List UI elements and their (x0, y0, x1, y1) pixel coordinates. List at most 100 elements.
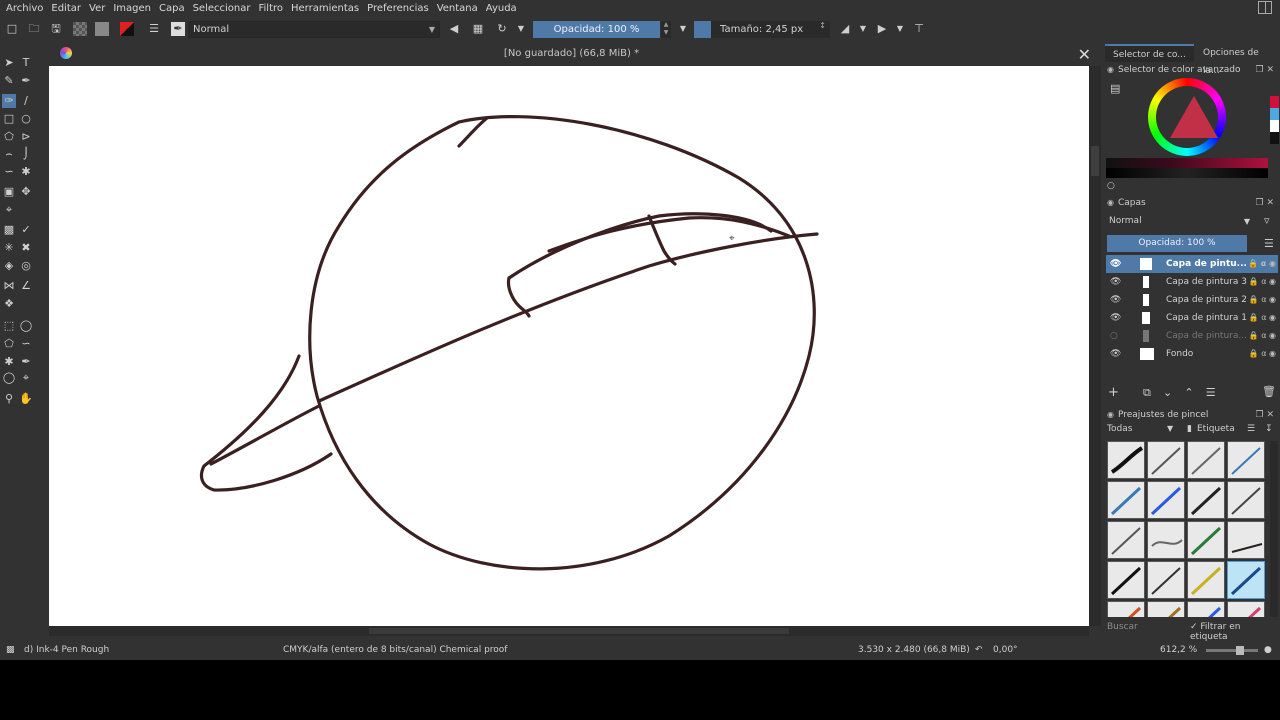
eye-icon[interactable]: 👁 (1110, 273, 1121, 291)
move-tool-icon[interactable]: ✥ (19, 185, 33, 199)
brush-preset[interactable] (1147, 601, 1185, 617)
layer-blend-select[interactable]: Normal ▼ (1106, 214, 1254, 229)
rectangle-tool-icon[interactable]: □ (2, 112, 16, 126)
assistant-tool-icon[interactable]: ⋈ (2, 279, 16, 293)
calligraphy-icon[interactable]: ✒ (19, 74, 33, 88)
workspace-icon[interactable] (1258, 1, 1272, 14)
zoom-value[interactable]: 612,2 % (1160, 645, 1197, 655)
zoom-tool-icon[interactable]: ⚲ (2, 392, 16, 406)
brush-preset[interactable] (1187, 441, 1225, 479)
chevron-down-icon[interactable]: ▼ (514, 22, 528, 36)
menu-ver[interactable]: Ver (89, 3, 105, 14)
brush-preset[interactable] (1187, 521, 1225, 559)
color-settings-icon[interactable]: ▤ (1110, 82, 1120, 95)
brush-preset[interactable] (1227, 441, 1265, 479)
brush-preset[interactable] (1147, 521, 1185, 559)
eye-icon[interactable]: 👁 (1110, 309, 1121, 327)
chevron-down-icon[interactable]: ▼ (893, 22, 907, 36)
ellipse-tool-icon[interactable]: ○ (19, 112, 33, 126)
brush-preset[interactable] (1107, 521, 1145, 559)
pan-tool-icon[interactable]: ✋ (19, 392, 33, 406)
delete-layer-icon[interactable]: 🗑 (1262, 385, 1276, 398)
panel-float-close-icons[interactable]: ❐ ✕ (1256, 65, 1274, 75)
chevron-down-icon[interactable]: ▼ (856, 22, 870, 36)
colorize-mask-icon[interactable]: ✖ (19, 241, 33, 255)
filter-in-tag-checkbox[interactable]: ✓ Filtrar en etiqueta (1190, 622, 1280, 642)
brush-scrollbar[interactable] (1270, 441, 1278, 617)
reload-icon[interactable]: ↻ (495, 22, 509, 36)
eye-hidden-icon[interactable]: ○ (1110, 327, 1118, 345)
opacity-slider[interactable]: Opacidad: 100 % (533, 21, 660, 38)
gradient-tool-icon[interactable]: ▩ (2, 223, 16, 237)
color-bar-row[interactable] (1106, 168, 1268, 178)
enclose-fill-icon[interactable]: ◎ (19, 259, 33, 273)
wrap-around-icon[interactable]: ⊤ (912, 22, 926, 36)
layer-row[interactable]: 👁 Capa de pintura 1 🔒 α ◉ (1106, 309, 1278, 327)
layer-menu-icon[interactable]: ☰ (1264, 237, 1274, 250)
brush-preset[interactable] (1107, 561, 1145, 599)
menu-editar[interactable]: Editar (51, 3, 81, 14)
eraser-icon[interactable]: ◀ (447, 22, 461, 36)
menu-filtro[interactable]: Filtro (258, 3, 283, 14)
brush-settings-icon[interactable]: ☰ (147, 22, 161, 36)
add-layer-icon[interactable]: + (1108, 385, 1119, 400)
layer-row[interactable]: 👁 Fondo 🔒 α ◉ (1106, 345, 1278, 363)
brush-preset[interactable] (1147, 481, 1185, 519)
zoom-spin-icon[interactable]: ● (1264, 645, 1272, 655)
brush-preset[interactable] (1187, 481, 1225, 519)
layer-flags-icon[interactable]: 🔒 α ◉ (1249, 327, 1276, 345)
color-wheel[interactable] (1148, 78, 1226, 156)
crop-tool-icon[interactable]: ⌖ (2, 203, 16, 217)
gradient-icon[interactable] (73, 22, 87, 36)
brush-preset[interactable] (1227, 601, 1265, 617)
alpha-lock-icon[interactable]: ▦ (471, 22, 485, 36)
color-history-bar[interactable] (1106, 158, 1268, 178)
layer-row[interactable]: 👁 Capa de pintura 2 🔒 α ◉ (1106, 291, 1278, 309)
edit-shapes-icon[interactable]: ✎ (2, 74, 16, 88)
layer-flags-icon[interactable]: 🔒 α ◉ (1249, 345, 1276, 363)
refresh-icon[interactable]: ○ (1107, 181, 1115, 191)
brush-preset[interactable] (1107, 481, 1145, 519)
brush-tag-select[interactable]: Todas (1107, 424, 1132, 434)
brush-preset[interactable] (1147, 441, 1185, 479)
rotate-icon[interactable]: ↶ (975, 645, 983, 655)
freehand-path-icon[interactable]: ⌡ (19, 147, 33, 161)
freehand-brush-icon[interactable]: ✑ (2, 94, 16, 108)
layer-properties-icon[interactable]: ☰ (1206, 386, 1216, 399)
layer-opacity-slider[interactable]: Opacidad: 100 % (1107, 235, 1247, 252)
menu-archivo[interactable]: Archivo (6, 3, 43, 14)
menu-capa[interactable]: Capa (159, 3, 185, 14)
eye-icon[interactable]: 👁 (1110, 345, 1121, 363)
menu-preferencias[interactable]: Preferencias (367, 3, 429, 14)
magnetic-select-icon[interactable]: ⌖ (19, 371, 33, 385)
chevron-down-icon[interactable]: ▼ (676, 22, 690, 36)
similar-select-icon[interactable]: ✒ (19, 355, 33, 369)
layer-flags-icon[interactable]: 🔒 α ◉ (1248, 255, 1276, 273)
layer-row[interactable]: ○ Capa de pintura... 🔒 α ◉ (1106, 327, 1278, 345)
brush-preset[interactable] (1107, 441, 1145, 479)
layer-row[interactable]: 👁 Capa de pintu... 🔒 α ◉ (1106, 255, 1278, 273)
measure-tool-icon[interactable]: ∠ (19, 279, 33, 293)
chevron-down-icon[interactable]: ▼ (1167, 424, 1173, 433)
layer-row[interactable]: 👁 Capa de pintura 3 🔒 α ◉ (1106, 273, 1278, 291)
mirror-horizontal-icon[interactable]: ◢ (838, 22, 852, 36)
panel-float-close-icons[interactable]: ❐ ✕ (1256, 198, 1274, 208)
reference-tool-icon[interactable]: ❖ (2, 297, 16, 311)
tab-tool-options[interactable]: Opciones de la... (1195, 44, 1280, 76)
color-swatch[interactable] (1270, 96, 1279, 108)
color-swatch[interactable] (1270, 108, 1279, 120)
menu-ventana[interactable]: Ventana (437, 3, 478, 14)
scroll-thumb[interactable] (1091, 146, 1099, 176)
fg-bg-color-icon[interactable] (120, 22, 134, 36)
rotation-value[interactable]: 0,00° (993, 645, 1018, 655)
brush-search-input[interactable]: Buscar (1107, 622, 1187, 632)
transform-tool-icon[interactable]: ▣ (2, 185, 16, 199)
brush-preset[interactable] (1107, 601, 1145, 617)
vertical-scrollbar[interactable] (1089, 66, 1101, 626)
brush-preset[interactable] (1187, 601, 1225, 617)
select-shapes-icon[interactable]: ➤ (2, 56, 16, 70)
tab-color-selector[interactable]: Selector de co... (1105, 44, 1194, 62)
menu-ayuda[interactable]: Ayuda (486, 3, 517, 14)
color-picker-icon[interactable]: ✓ (19, 223, 33, 237)
bezier-select-icon[interactable]: ◯ (2, 371, 16, 385)
